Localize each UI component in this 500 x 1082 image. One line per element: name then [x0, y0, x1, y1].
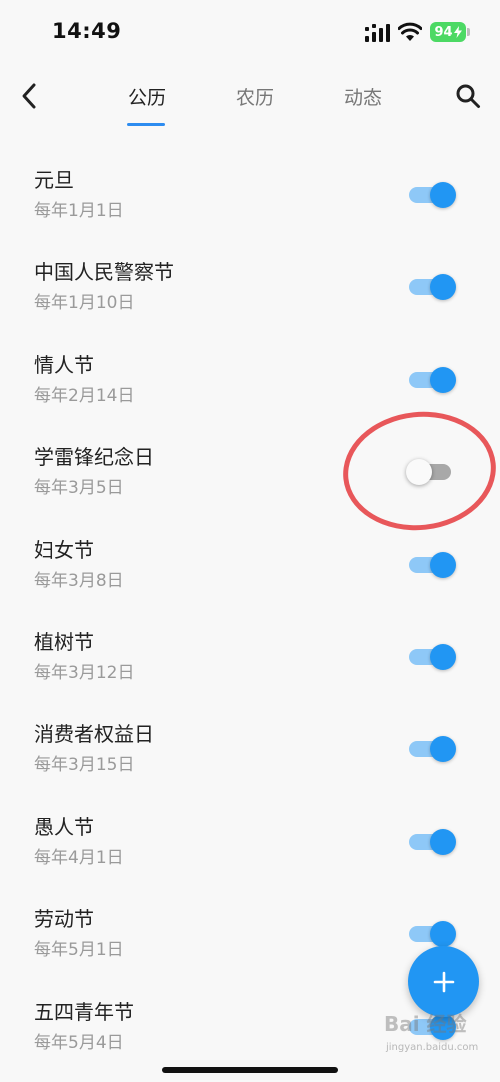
holiday-name: 情人节 [34, 352, 94, 377]
toggle-knob [430, 828, 456, 855]
toggle-knob [430, 736, 456, 763]
holiday-row: 植树节每年3月12日 [0, 602, 500, 694]
holiday-name: 愚人节 [34, 814, 94, 839]
holiday-name: 消费者权益日 [34, 722, 154, 747]
holiday-name: 五四青年节 [34, 999, 134, 1024]
toggle-knob [430, 921, 456, 948]
active-tab-indicator [127, 123, 165, 126]
holiday-name: 中国人民警察节 [34, 260, 174, 285]
holiday-date: 每年3月8日 [34, 570, 124, 591]
holiday-toggle[interactable] [406, 274, 456, 301]
status-bar: 14:49 94 [0, 0, 500, 66]
holiday-list: 元旦 每年1月1日 中国人民警察节 每年1月10日 情人节 每年2月14日 学雷锋纪念日 每年… [0, 140, 500, 1064]
battery-indicator: 94 [430, 22, 466, 42]
holiday-toggle[interactable] [406, 366, 456, 393]
holiday-row: 愚人节每年4月1日 [0, 787, 500, 879]
home-indicator [162, 1067, 338, 1073]
holiday-date: 每年3月5日 [34, 478, 124, 499]
watermark-url: jingyan.baidu.com [386, 1042, 479, 1053]
holiday-toggle[interactable] [406, 828, 456, 855]
holiday-toggle[interactable] [406, 551, 456, 578]
holiday-date: 每年5月4日 [34, 1032, 124, 1053]
baidu-jingyan-watermark: Bai 经验 [384, 1012, 467, 1036]
tab-gongli[interactable]: 公历 [128, 83, 166, 110]
wifi-icon [398, 22, 422, 41]
signal-icon [365, 24, 390, 42]
holiday-row: 中国人民警察节每年1月10日 [0, 232, 500, 324]
screen: 14:49 94 公历 农历 动态 元旦 每年1月1日 中国人民警察节 每年1月… [0, 0, 500, 1082]
holiday-row: 元旦每年1月1日 [0, 140, 500, 232]
holiday-name: 妇女节 [34, 537, 94, 562]
holiday-date: 每年3月15日 [34, 755, 135, 776]
holiday-toggle[interactable] [406, 643, 456, 670]
holiday-date: 每年2月14日 [34, 385, 135, 406]
toggle-knob [430, 551, 456, 578]
add-holiday-button[interactable] [408, 946, 479, 1017]
status-time: 14:49 [52, 19, 122, 43]
plus-icon [433, 971, 454, 992]
charging-bolt-icon [453, 26, 462, 38]
holiday-date: 每年5月1日 [34, 940, 124, 961]
holiday-name: 元旦 [34, 168, 74, 192]
toggle-knob [430, 366, 456, 393]
toggle-knob [430, 274, 456, 301]
holiday-date: 每年1月10日 [34, 293, 135, 314]
chevron-left-icon[interactable] [16, 82, 42, 110]
holiday-date: 每年4月1日 [34, 847, 124, 868]
tab-dongtai[interactable]: 动态 [344, 83, 382, 110]
holiday-toggle[interactable] [406, 921, 456, 948]
battery-nub [467, 28, 470, 36]
holiday-toggle[interactable] [406, 736, 456, 763]
holiday-name: 植树节 [34, 629, 94, 654]
holiday-name: 学雷锋纪念日 [34, 445, 154, 470]
holiday-date: 每年3月12日 [34, 662, 135, 683]
search-icon[interactable] [455, 83, 481, 109]
header: 公历 农历 动态 [0, 66, 500, 132]
tab-nongli[interactable]: 农历 [236, 83, 274, 110]
holiday-toggle[interactable] [406, 182, 456, 208]
holiday-row: 情人节每年2月14日 [0, 325, 500, 417]
battery-level: 94 [434, 24, 453, 40]
holiday-row: 消费者权益日每年3月15日 [0, 694, 500, 786]
holiday-name: 劳动节 [34, 907, 94, 932]
toggle-knob [430, 643, 456, 670]
toggle-knob [430, 182, 456, 208]
holiday-date: 每年1月1日 [34, 201, 124, 221]
